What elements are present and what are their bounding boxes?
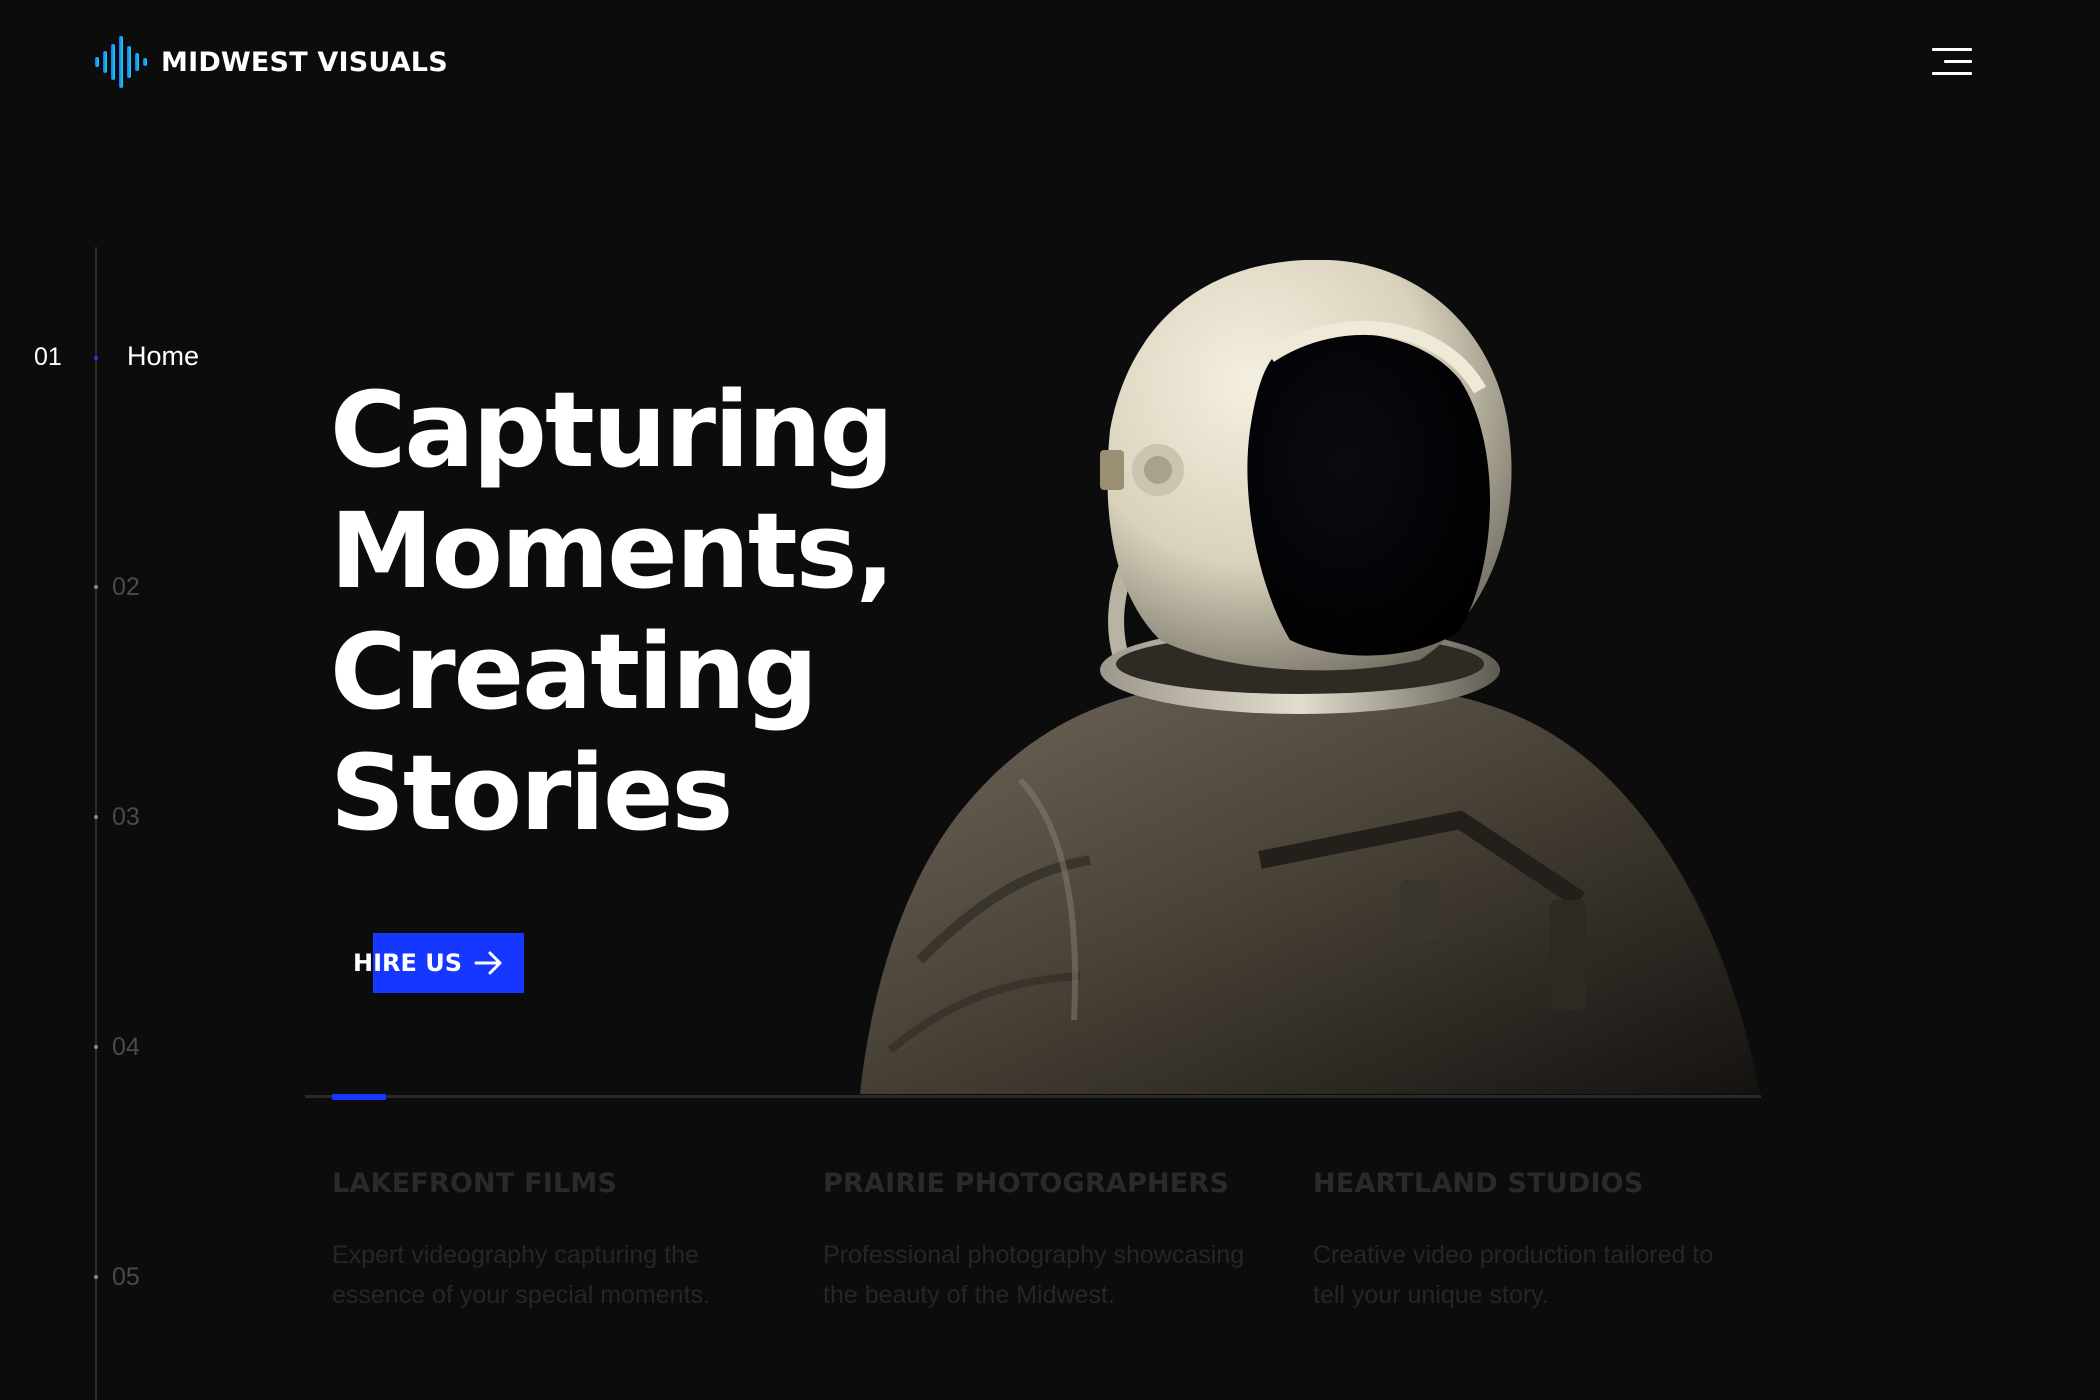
brand-logo[interactable]: MIDWEST VISUALS [93, 36, 448, 88]
service-card-lakefront-films[interactable]: LAKEFRONT FILMS Expert videography captu… [332, 1168, 772, 1315]
side-nav-item-04[interactable]: 04 [93, 1032, 140, 1062]
headline-line: Stories [330, 732, 733, 854]
side-nav-number: 03 [112, 802, 140, 831]
service-description: Professional photography showcasing the … [823, 1241, 1245, 1309]
service-card-heartland-studios[interactable]: HEARTLAND STUDIOS Creative video product… [1313, 1168, 1753, 1315]
side-nav-item-05[interactable]: 05 [93, 1262, 140, 1292]
side-nav-active-number: 01 [34, 343, 62, 371]
service-card-prairie-photographers[interactable]: PRAIRIE PHOTOGRAPHERS Professional photo… [823, 1168, 1263, 1315]
nav-dot [94, 815, 98, 819]
section-divider [305, 1095, 1761, 1098]
hire-us-button-content: HIRE US [353, 933, 504, 993]
side-nav-number: 05 [112, 1262, 140, 1291]
sound-wave-logo-icon [95, 36, 147, 88]
service-description: Creative video production tailored to te… [1313, 1241, 1714, 1309]
headline-line: Capturing [330, 369, 894, 491]
service-title: LAKEFRONT FILMS [332, 1168, 618, 1199]
service-description: Expert videography capturing the essence… [332, 1241, 710, 1309]
page: MIDWEST VISUALS 01 Home 02 03 04 05 Capt… [0, 0, 2100, 1400]
arrow-right-icon [474, 951, 502, 975]
nav-dot [94, 1275, 98, 1279]
hire-us-button[interactable]: HIRE US [353, 933, 524, 993]
headline-line: Moments, [330, 490, 895, 612]
side-nav-item-03[interactable]: 03 [93, 802, 140, 832]
side-nav-active-dot [94, 356, 98, 360]
brand-name: MIDWEST VISUALS [161, 46, 448, 78]
side-nav-number: 04 [112, 1032, 140, 1061]
nav-dot [94, 585, 98, 589]
nav-dot [94, 1045, 98, 1049]
hamburger-menu-icon[interactable] [1928, 44, 1972, 80]
headline-line: Creating [330, 611, 818, 733]
side-nav-item-home[interactable]: Home [127, 341, 199, 372]
side-nav-item-02[interactable]: 02 [93, 572, 140, 602]
hire-us-label: HIRE US [353, 949, 463, 977]
service-title: HEARTLAND STUDIOS [1313, 1168, 1644, 1199]
side-nav-number: 02 [112, 572, 140, 601]
slide-progress-indicator [332, 1094, 386, 1100]
service-title: PRAIRIE PHOTOGRAPHERS [823, 1168, 1230, 1199]
hero-headline: Capturing Moments, Creating Stories [330, 370, 1090, 854]
